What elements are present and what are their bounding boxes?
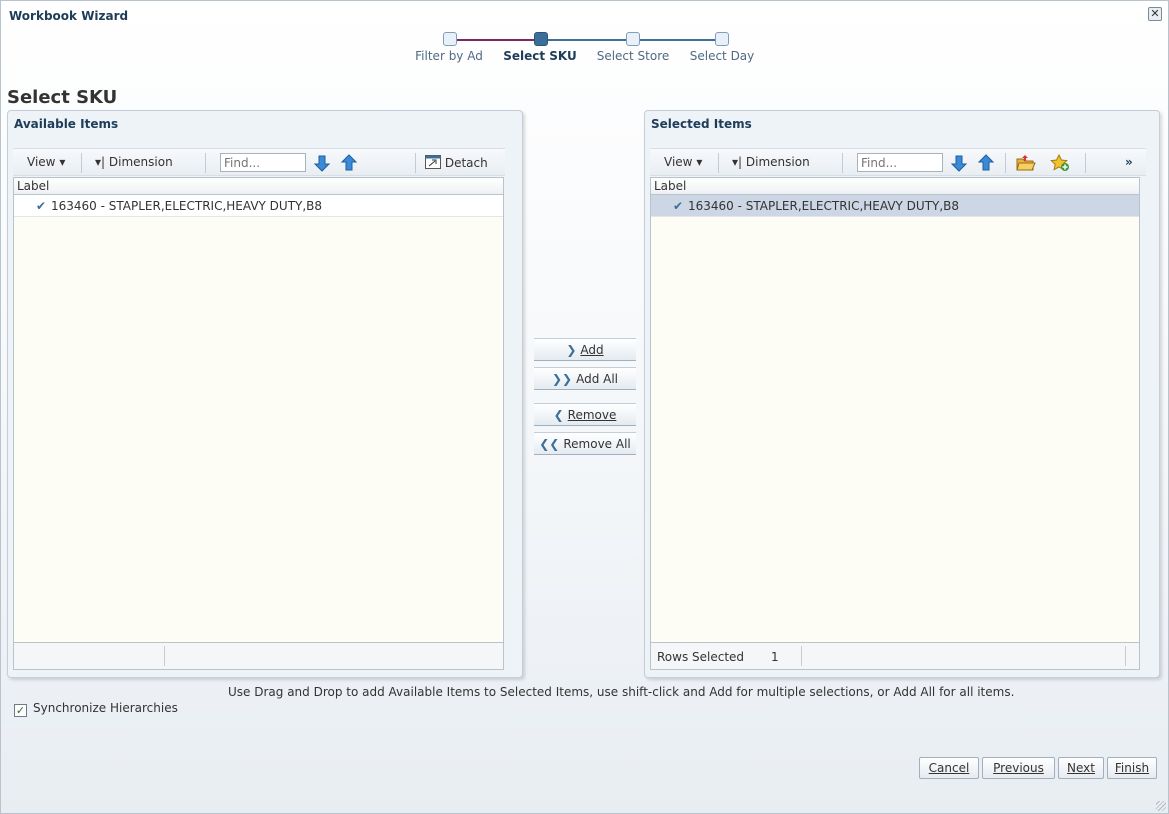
cancel-button[interactable]: Cancel — [919, 757, 979, 779]
selected-table-footer: Rows Selected 1 — [651, 642, 1139, 669]
toolbar-separator — [81, 153, 82, 173]
train-stop-select-day[interactable] — [715, 32, 729, 46]
overflow-chevron-icon[interactable]: » — [1125, 155, 1133, 169]
toolbar-separator — [718, 153, 719, 173]
double-chevron-left-icon: ❮❮ — [539, 437, 560, 451]
detach-icon — [425, 155, 441, 169]
check-icon: ✔ — [36, 199, 47, 213]
check-icon: ✔ — [673, 199, 684, 213]
close-button[interactable]: ✕ — [1148, 7, 1162, 21]
train-stop-select-store[interactable] — [626, 32, 640, 46]
train-label-select-day[interactable]: Select Day — [690, 49, 755, 63]
dimension-menu[interactable]: ▾| Dimension — [732, 155, 810, 169]
footer-separator — [801, 646, 802, 666]
add-all-label: Add All — [576, 372, 619, 386]
available-items-table: Label ✔ 163460 - STAPLER,ELECTRIC,HEAVY … — [13, 177, 504, 670]
row-label: 163460 - STAPLER,ELECTRIC,HEAVY DUTY,B8 — [51, 199, 323, 213]
dimension-label: Dimension — [745, 155, 810, 169]
find-input[interactable] — [220, 153, 306, 172]
close-icon: ✕ — [1150, 7, 1160, 20]
page-title: Select SKU — [7, 87, 118, 108]
row-label: 163460 - STAPLER,ELECTRIC,HEAVY DUTY,B8 — [688, 199, 960, 213]
rows-selected-value: 1 — [771, 650, 779, 664]
chevron-down-icon: ▾ — [696, 155, 703, 169]
dialog-title: Workbook Wizard — [9, 9, 129, 23]
toolbar-separator — [415, 153, 416, 173]
detach-button[interactable]: Detach — [425, 155, 488, 170]
chevron-right-icon: ❯ — [566, 343, 577, 357]
detach-label: Detach — [444, 156, 488, 170]
train-label-select-store[interactable]: Select Store — [597, 49, 670, 63]
available-table-footer — [14, 642, 503, 669]
footer-separator — [1125, 646, 1126, 666]
available-toolbar: View ▾ ▾| Dimension Detach — [13, 148, 505, 176]
column-header-label[interactable]: Label — [651, 178, 1139, 195]
add-all-button[interactable]: ❯❯ Add All — [534, 367, 636, 390]
table-row[interactable]: ✔ 163460 - STAPLER,ELECTRIC,HEAVY DUTY,B… — [651, 195, 1139, 217]
find-previous-icon[interactable] — [977, 154, 995, 172]
available-items-header: Available Items — [14, 117, 119, 131]
workbook-wizard-dialog: Workbook Wizard ✕ Filter by Ad Select SK… — [0, 0, 1169, 814]
double-chevron-right-icon: ❯❯ — [551, 372, 573, 386]
find-previous-icon[interactable] — [340, 154, 358, 172]
available-items-panel: Available Items View ▾ ▾| Dimension Deta… — [7, 110, 523, 678]
dimension-label: Dimension — [108, 155, 173, 169]
toolbar-separator — [842, 153, 843, 173]
table-row[interactable]: ✔ 163460 - STAPLER,ELECTRIC,HEAVY DUTY,B… — [14, 195, 503, 217]
view-menu[interactable]: View ▾ — [27, 155, 65, 169]
view-menu-label: View — [664, 155, 693, 169]
finish-button[interactable]: Finish — [1107, 757, 1157, 779]
train-label-select-sku: Select SKU — [503, 49, 577, 63]
open-folder-icon[interactable] — [1016, 154, 1036, 172]
find-next-icon[interactable] — [313, 154, 331, 172]
add-button[interactable]: ❯ Add — [534, 338, 636, 361]
add-label: Add — [580, 343, 604, 357]
dropdown-icon: ▾| — [95, 155, 106, 169]
selected-items-header: Selected Items — [651, 117, 752, 131]
train-stop-select-sku — [534, 32, 548, 46]
dimension-menu[interactable]: ▾| Dimension — [95, 155, 173, 169]
dropdown-icon: ▾| — [732, 155, 743, 169]
synchronize-hierarchies-label: Synchronize Hierarchies — [33, 701, 178, 715]
selected-items-table: Label ✔ 163460 - STAPLER,ELECTRIC,HEAVY … — [650, 177, 1140, 670]
toolbar-separator — [205, 153, 206, 173]
toolbar-separator — [1005, 153, 1006, 173]
view-menu[interactable]: View ▾ — [664, 155, 702, 169]
train-stop-filter-by-ad[interactable] — [443, 32, 457, 46]
view-menu-label: View — [27, 155, 56, 169]
find-input[interactable] — [857, 153, 943, 172]
add-favorite-icon[interactable] — [1050, 154, 1070, 172]
synchronize-hierarchies-checkbox[interactable]: ✓ Synchronize Hierarchies — [14, 701, 178, 717]
train-connector-visited — [457, 39, 543, 41]
instruction-text: Use Drag and Drop to add Available Items… — [228, 685, 1015, 699]
wizard-train: Filter by Ad Select SKU Select Store Sel… — [401, 31, 781, 71]
previous-button[interactable]: Previous — [982, 757, 1055, 779]
toolbar-separator — [1085, 153, 1086, 173]
selected-items-panel: Selected Items View ▾ ▾| Dimension Find.… — [644, 110, 1160, 678]
find-next-icon[interactable] — [950, 154, 968, 172]
chevron-down-icon: ▾ — [59, 155, 66, 169]
chevron-left-icon: ❮ — [553, 408, 564, 422]
remove-button[interactable]: ❮ Remove — [534, 403, 636, 426]
column-header-label[interactable]: Label — [14, 178, 503, 195]
checkbox-checked-icon[interactable]: ✓ — [14, 704, 27, 717]
remove-all-button[interactable]: ❮❮ Remove All — [534, 432, 636, 455]
remove-label: Remove — [567, 408, 617, 422]
remove-all-label: Remove All — [563, 437, 631, 451]
rows-selected-label: Rows Selected — [657, 650, 745, 664]
footer-separator — [164, 646, 165, 666]
resize-grip-icon[interactable] — [1156, 801, 1166, 811]
next-button[interactable]: Next — [1058, 757, 1104, 779]
selected-toolbar: View ▾ ▾| Dimension » — [650, 148, 1146, 176]
train-label-filter-by-ad[interactable]: Filter by Ad — [415, 49, 483, 63]
